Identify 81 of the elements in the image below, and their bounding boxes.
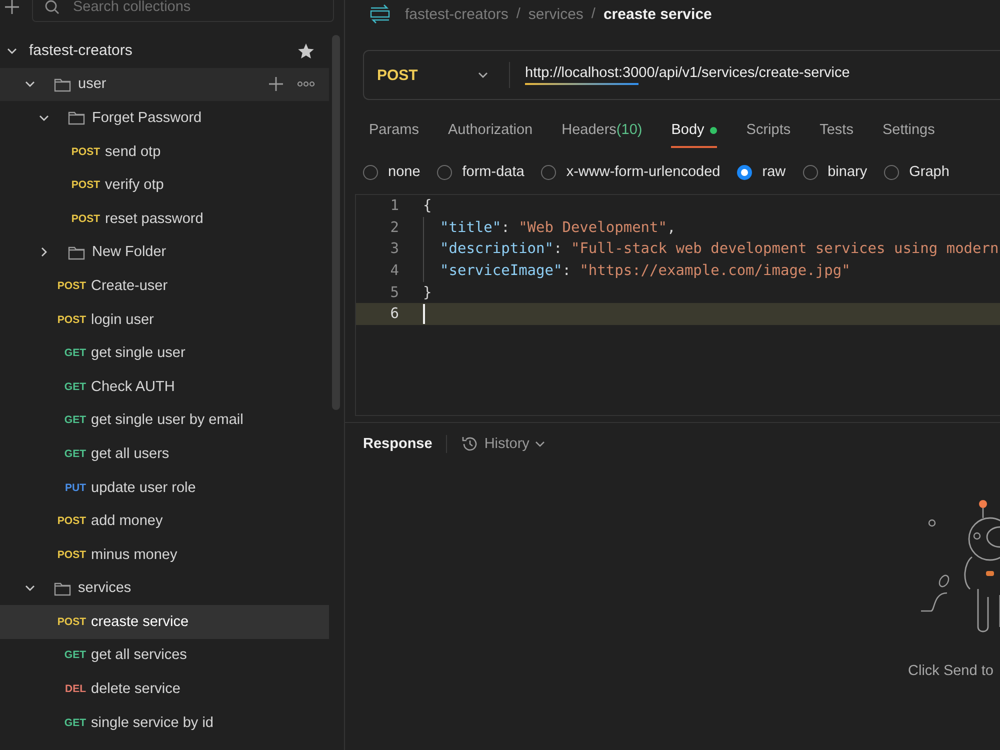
history-tab[interactable]: History xyxy=(461,435,546,453)
method-label: GET xyxy=(63,448,86,460)
code-editor[interactable]: 1 { 2 "title": "Web Development", 3 "description": "Full-stack web development services using modern 4 "serviceImage": "https://example.com/image.jpg" 5 } 6 xyxy=(355,194,1000,416)
request-item[interactable]: GET get single user by email xyxy=(0,404,329,438)
tab[interactable]: Tests xyxy=(820,114,854,148)
method-label: DEL xyxy=(64,683,86,696)
tab[interactable]: Body xyxy=(671,114,718,148)
plus-icon[interactable] xyxy=(268,76,284,92)
request-item[interactable]: POST verify otp xyxy=(0,168,329,202)
folder-icon xyxy=(54,580,71,596)
plus-icon[interactable] xyxy=(4,0,20,15)
request-item[interactable]: POST reset password xyxy=(0,202,329,236)
method-label: POST xyxy=(70,212,100,225)
request-item[interactable]: PUT update user role xyxy=(0,470,329,504)
line-number: 5 xyxy=(389,284,399,301)
http-icon xyxy=(369,4,391,24)
request-item[interactable]: POST login user xyxy=(0,302,329,336)
request-item[interactable]: POST minus money xyxy=(0,538,329,572)
method-label: GET xyxy=(63,380,86,393)
collection-item[interactable]: fastest-creators xyxy=(0,34,329,68)
breadcrumb-separator: / xyxy=(591,6,596,22)
tab[interactable]: Params xyxy=(369,114,419,148)
request-item[interactable]: GET single service by id xyxy=(0,706,329,740)
radio-option[interactable]: binary xyxy=(802,164,868,180)
response-tab[interactable]: Response xyxy=(363,436,432,452)
folder-item[interactable]: Forget Password xyxy=(0,101,329,135)
search-field[interactable]: Search collections xyxy=(32,0,334,22)
breadcrumb-link[interactable]: services xyxy=(528,6,584,22)
method-label: PUT xyxy=(64,482,86,494)
line-number: 6 xyxy=(389,306,399,322)
method-label: POST xyxy=(56,548,86,561)
radio-option[interactable]: none xyxy=(363,164,420,180)
folder-icon xyxy=(68,244,85,260)
request-item[interactable]: POST Create-user xyxy=(0,269,329,303)
radio-option[interactable]: Graph xyxy=(884,164,950,180)
folder-icon xyxy=(68,110,85,126)
method-label: POST xyxy=(56,314,86,326)
method-label: POST xyxy=(70,179,100,192)
line-number: 4 xyxy=(389,262,399,279)
folder-icon xyxy=(54,76,71,92)
method-label: GET xyxy=(63,716,86,729)
more-icon[interactable] xyxy=(297,81,315,88)
method-label: GET xyxy=(63,347,86,360)
line-number: 1 xyxy=(389,198,399,214)
search-icon xyxy=(44,0,60,15)
request-item[interactable]: POST send otp xyxy=(0,134,329,168)
request-title: creaste service xyxy=(603,6,712,22)
folder-item[interactable]: New Folder xyxy=(0,236,329,270)
url-field[interactable]: http://localhost:3000/api/v1/services/create-service xyxy=(525,65,850,85)
empty-state-text: Click Send to xyxy=(908,663,994,679)
star-icon[interactable] xyxy=(297,42,315,60)
folder-item[interactable]: services xyxy=(0,572,329,606)
method-label: GET xyxy=(63,414,86,426)
radio-option[interactable]: x-www-form-urlencoded xyxy=(541,164,720,180)
tab[interactable]: Scripts xyxy=(746,114,791,148)
history-icon xyxy=(461,435,480,453)
method-label: POST xyxy=(70,146,100,158)
method-label: GET xyxy=(63,649,86,662)
line-number: 2 xyxy=(389,220,399,236)
request-item[interactable]: GET get all services xyxy=(0,638,329,672)
request-item[interactable]: GET get single user xyxy=(0,336,329,370)
method-label: POST xyxy=(56,616,86,628)
line-number: 3 xyxy=(389,241,399,258)
request-item[interactable]: POST creaste service xyxy=(0,605,329,639)
method-dropdown[interactable]: POST xyxy=(364,66,509,84)
request-item[interactable]: POST add money xyxy=(0,504,329,538)
breadcrumb-separator: / xyxy=(516,6,520,22)
radio-option[interactable]: form-data xyxy=(437,164,524,180)
method-label: POST xyxy=(56,280,86,292)
folder-item[interactable]: user xyxy=(0,68,329,102)
request-item[interactable]: GET Check AUTH xyxy=(0,370,329,404)
scrollbar[interactable] xyxy=(332,35,340,410)
method-label: POST xyxy=(56,515,86,528)
request-item[interactable]: GET get all users xyxy=(0,437,329,471)
tab[interactable]: Authorization xyxy=(448,114,533,148)
text-cursor xyxy=(423,304,425,324)
request-item[interactable]: DEL delete service xyxy=(0,672,329,706)
tab[interactable]: Headers(10) xyxy=(562,114,642,148)
radio-option[interactable]: raw xyxy=(737,164,786,180)
tab[interactable]: Settings xyxy=(882,114,935,148)
breadcrumb-link[interactable]: fastest-creators xyxy=(405,6,508,22)
